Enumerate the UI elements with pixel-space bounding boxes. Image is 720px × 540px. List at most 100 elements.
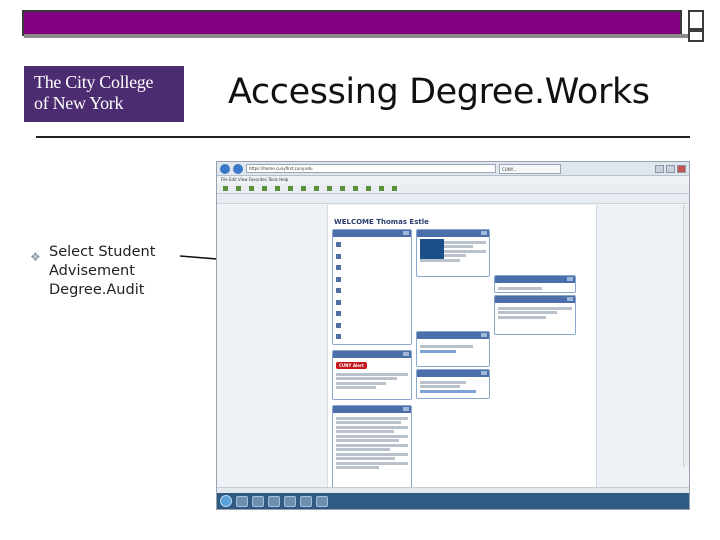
bookmark-item[interactable]: [223, 186, 230, 192]
slide-top-bar: [22, 10, 682, 36]
text-line: [336, 386, 376, 389]
bookmark-item[interactable]: [262, 186, 269, 192]
message-panel: [332, 405, 412, 493]
panel-toggle-icon[interactable]: [403, 352, 409, 356]
panel-header: [333, 351, 411, 358]
link-icon: [336, 322, 341, 328]
quick-link-item[interactable]: [336, 297, 408, 309]
windows-taskbar: [217, 493, 689, 509]
quick-link-item[interactable]: [336, 320, 408, 332]
bookmark-item[interactable]: [288, 186, 295, 192]
text-line: [420, 389, 477, 393]
panel-body: [417, 339, 489, 356]
taskbar-app-icon[interactable]: [268, 495, 280, 507]
bookmark-icon: [379, 186, 384, 192]
maximize-icon[interactable]: [666, 164, 675, 173]
logo-text-line1: The City College: [34, 72, 154, 92]
browser-screenshot: https://home.cunyfirst.cuny.edu CUNY... …: [216, 161, 690, 510]
panel-toggle-icon[interactable]: [403, 231, 409, 235]
right-panel-top: [494, 275, 576, 293]
taskbar-app-icon[interactable]: [284, 495, 296, 507]
browser-tab[interactable]: CUNY...: [499, 163, 561, 174]
panel-header: [417, 370, 489, 377]
panel-header: [333, 230, 411, 237]
text-line: [336, 425, 408, 429]
panel-toggle-icon[interactable]: [403, 407, 409, 411]
start-button-icon[interactable]: [220, 495, 232, 507]
panel-toggle-icon[interactable]: [567, 297, 573, 301]
text-line: [336, 443, 408, 447]
bookmark-item[interactable]: [301, 186, 308, 192]
panel-header: [495, 296, 575, 303]
quick-link-item[interactable]: [336, 285, 408, 297]
panel-header: [417, 332, 489, 339]
minimize-icon[interactable]: [655, 164, 664, 173]
vertical-scrollbar[interactable]: [683, 205, 689, 467]
cuny-alert-panel: CUNY Alert: [332, 350, 412, 400]
panel-body: [495, 303, 575, 322]
text-line: [336, 457, 396, 460]
slide-title: Accessing Degree.Works: [228, 72, 650, 112]
taskbar-app-icon[interactable]: [300, 495, 312, 507]
quick-link-item[interactable]: [336, 251, 408, 263]
bookmark-icon: [340, 186, 345, 192]
panel-header: [495, 276, 575, 283]
panel-body: [417, 377, 489, 396]
text-line: [498, 286, 543, 290]
panel-toggle-icon[interactable]: [481, 333, 487, 337]
text-line: [420, 349, 457, 353]
window-controls: [655, 164, 686, 173]
close-icon[interactable]: [677, 164, 686, 173]
bookmark-icon: [223, 186, 228, 192]
browser-menu-bar[interactable]: File Edit View Favorites Tools Help: [217, 176, 689, 184]
link-icon: [336, 334, 341, 340]
link-icon: [336, 253, 341, 259]
quick-link-item[interactable]: [336, 239, 408, 251]
taskbar-app-icon[interactable]: [316, 495, 328, 507]
quick-link-student-advisement[interactable]: [336, 262, 408, 274]
bookmarks-bar: [217, 184, 689, 194]
panel-header: [417, 230, 489, 237]
taskbar-app-icon[interactable]: [252, 495, 264, 507]
back-icon[interactable]: [220, 163, 230, 174]
forward-icon[interactable]: [233, 163, 243, 174]
bookmark-item[interactable]: [275, 186, 282, 192]
bookmark-item[interactable]: [366, 186, 373, 192]
text-line: [336, 452, 408, 456]
bookmark-item[interactable]: [327, 186, 334, 192]
bullet-text: Select Student Advisement Degree.Audit: [49, 244, 156, 298]
text-line: [498, 315, 547, 319]
text-line: [336, 448, 390, 451]
bookmark-icon: [366, 186, 371, 192]
bookmark-item[interactable]: [353, 186, 360, 192]
panel-toggle-icon[interactable]: [481, 231, 487, 235]
quick-link-item[interactable]: [336, 331, 408, 343]
link-icon: [336, 311, 341, 317]
portal-page: WELCOME Thomas Estle CUNY Alert: [217, 205, 689, 495]
bookmark-item[interactable]: [249, 186, 256, 192]
bookmark-icon: [392, 186, 397, 192]
bookmark-item[interactable]: [236, 186, 243, 192]
link-icon: [336, 276, 341, 282]
news-panel: [416, 229, 490, 277]
taskbar-app-icon[interactable]: [236, 495, 248, 507]
panel-body: CUNY Alert: [333, 358, 411, 393]
bookmark-icon: [327, 186, 332, 192]
bookmark-item[interactable]: [392, 186, 399, 192]
bookmark-icon: [301, 186, 306, 192]
site-navigation-strip: [217, 194, 689, 204]
url-field[interactable]: https://home.cunyfirst.cuny.edu: [246, 164, 496, 173]
text-line: [420, 385, 460, 388]
bookmark-item[interactable]: [314, 186, 321, 192]
bookmark-item[interactable]: [340, 186, 347, 192]
bookmark-icon: [262, 186, 267, 192]
panel-toggle-icon[interactable]: [481, 371, 487, 375]
text-line: [420, 345, 473, 348]
quick-link-item[interactable]: [336, 274, 408, 286]
bookmark-item[interactable]: [379, 186, 386, 192]
quick-link-item[interactable]: [336, 308, 408, 320]
link-icon: [336, 299, 341, 305]
panel-toggle-icon[interactable]: [567, 277, 573, 281]
link-icon: [336, 288, 341, 294]
text-line: [336, 430, 394, 433]
